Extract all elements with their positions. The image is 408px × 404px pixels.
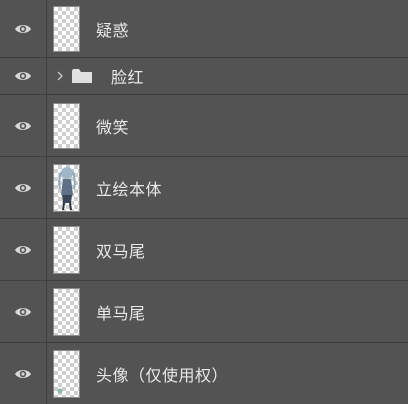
layer-row-weixiao[interactable]: 微笑 xyxy=(0,95,408,157)
layer-name: 微笑 xyxy=(96,117,130,137)
layer-name: 头像（仅使用权） xyxy=(96,365,229,385)
layer-thumbnail xyxy=(53,5,80,52)
layer-thumbnail xyxy=(53,287,80,336)
avatar-thumbnail xyxy=(57,388,63,393)
visibility-toggle[interactable] xyxy=(0,219,47,280)
layer-name: 立绘本体 xyxy=(96,179,163,199)
visibility-toggle[interactable] xyxy=(0,95,47,156)
layer-name: 脸红 xyxy=(111,68,145,87)
layer-row-lihui-benti[interactable]: 立绘本体 xyxy=(0,157,408,219)
layer-name: 单马尾 xyxy=(96,303,146,323)
layer-name: 疑惑 xyxy=(96,20,130,40)
eye-icon xyxy=(15,24,31,33)
eye-icon xyxy=(15,307,31,316)
layer-name: 双马尾 xyxy=(96,241,146,261)
layer-row-danmawei[interactable]: 单马尾 xyxy=(0,281,408,343)
folder-icon xyxy=(72,69,92,83)
layers-panel: 疑惑 脸红 微笑 立绘本体 双马尾 单马尾 头像（仅使用权） xyxy=(0,0,408,404)
layer-row-touxiang[interactable]: 头像（仅使用权） xyxy=(0,343,408,404)
layer-thumbnail xyxy=(53,349,80,398)
eye-icon xyxy=(15,183,31,192)
layer-thumbnail xyxy=(53,102,80,149)
visibility-toggle[interactable] xyxy=(0,343,47,404)
layer-group-lianhong[interactable]: 脸红 xyxy=(0,58,408,95)
layer-row-yihuo[interactable]: 疑惑 xyxy=(0,0,408,58)
visibility-toggle[interactable] xyxy=(0,281,47,342)
layer-thumbnail xyxy=(53,225,80,274)
layer-row-shuangmawei[interactable]: 双马尾 xyxy=(0,219,408,281)
eye-icon xyxy=(15,121,31,130)
visibility-toggle[interactable] xyxy=(0,157,47,218)
eye-icon xyxy=(15,72,31,80)
character-figure-thumbnail xyxy=(58,166,76,210)
visibility-toggle[interactable] xyxy=(0,0,47,57)
layer-thumbnail xyxy=(53,163,80,212)
eye-icon xyxy=(15,369,31,378)
visibility-toggle[interactable] xyxy=(0,58,47,94)
chevron-right-icon[interactable] xyxy=(55,70,65,82)
eye-icon xyxy=(15,245,31,254)
